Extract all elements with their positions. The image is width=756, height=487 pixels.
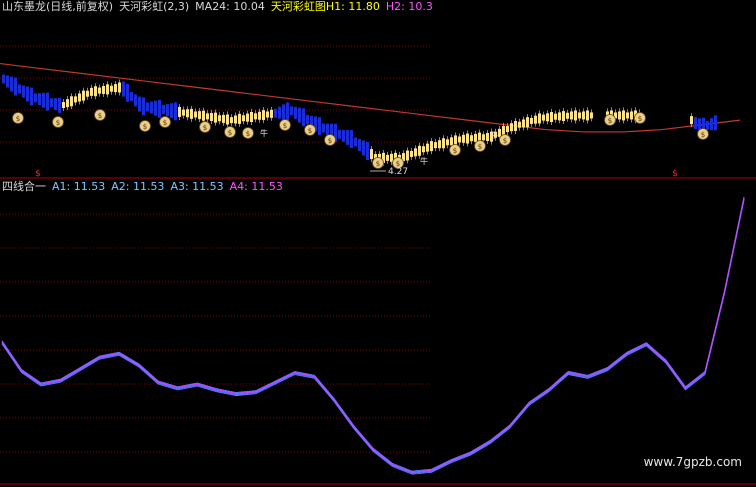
money-bag-glyph-18: $ bbox=[701, 131, 705, 139]
candle-87 bbox=[350, 130, 353, 148]
candle-79 bbox=[318, 117, 321, 136]
candle-176 bbox=[706, 120, 709, 130]
a1-line bbox=[1, 199, 745, 475]
candle-2 bbox=[10, 76, 13, 92]
candle-31 bbox=[126, 83, 129, 102]
money-bag-glyph-5: $ bbox=[203, 124, 207, 132]
candle-84 bbox=[338, 129, 341, 139]
candle-9 bbox=[38, 93, 41, 106]
candle-86 bbox=[346, 129, 349, 145]
money-bag-glyph-9: $ bbox=[308, 127, 312, 135]
candle-178 bbox=[714, 115, 717, 131]
money-bag-glyph-7: $ bbox=[246, 130, 250, 138]
candle-13 bbox=[54, 98, 57, 111]
signal-dollar-1: $ bbox=[672, 169, 678, 179]
money-bag-glyph-8: $ bbox=[283, 122, 287, 130]
money-bag-glyph-1: $ bbox=[56, 119, 60, 127]
candle-72 bbox=[290, 106, 293, 116]
candle-5 bbox=[22, 85, 25, 98]
chart-canvas: $ $$$ $$$ $$$$$ $$ $$$ $$牛牛牛4.27$ $ bbox=[0, 45, 756, 485]
candle-6 bbox=[26, 86, 29, 102]
signal-dollar-0: $ bbox=[35, 169, 41, 179]
candle-75 bbox=[302, 108, 305, 127]
candle-89 bbox=[358, 139, 361, 152]
a2-line bbox=[1, 198, 745, 474]
candle-173 bbox=[694, 116, 697, 129]
candle-73 bbox=[294, 106, 297, 119]
bull-label-1: 牛 bbox=[420, 156, 428, 166]
candle-177 bbox=[710, 118, 713, 131]
money-bag-glyph-10: $ bbox=[328, 137, 332, 145]
candle-90 bbox=[362, 140, 365, 156]
candle-3 bbox=[14, 77, 17, 96]
candle-69 bbox=[278, 106, 281, 119]
candle-8 bbox=[34, 93, 37, 103]
candle-30 bbox=[122, 81, 125, 97]
a4-line bbox=[1, 197, 745, 473]
candle-12 bbox=[50, 98, 53, 108]
candle-0 bbox=[2, 74, 5, 84]
money-bag-glyph-0: $ bbox=[16, 115, 20, 123]
money-bag-glyph-2: $ bbox=[98, 112, 102, 120]
candle-70 bbox=[282, 104, 285, 120]
money-bag-glyph-14: $ bbox=[478, 143, 482, 151]
candle-42 bbox=[170, 103, 173, 119]
candle-33 bbox=[134, 94, 137, 107]
candle-1 bbox=[6, 75, 9, 88]
candle-41 bbox=[166, 104, 169, 117]
a3-line bbox=[1, 196, 745, 472]
ma24-line bbox=[0, 62, 741, 133]
chart-root: 山东墨龙(日线,前复权) 天河彩虹(2,3) MA24: 10.04 天河彩虹图H1:… bbox=[0, 0, 756, 487]
watermark: www.7gpzb.com bbox=[643, 455, 742, 469]
candle-71 bbox=[286, 102, 289, 121]
candle-36 bbox=[146, 102, 149, 112]
candle-40 bbox=[162, 104, 165, 114]
money-bag-glyph-11: $ bbox=[376, 160, 380, 168]
money-bag-glyph-15: $ bbox=[503, 137, 507, 145]
candle-11 bbox=[46, 92, 49, 111]
candle-91 bbox=[366, 142, 369, 161]
candle-39 bbox=[158, 99, 161, 118]
low-price-label: 4.27 bbox=[388, 167, 408, 177]
money-bag-glyph-13: $ bbox=[453, 147, 457, 155]
candle-81 bbox=[326, 123, 329, 136]
candle-10 bbox=[42, 92, 45, 108]
money-bag-glyph-4: $ bbox=[163, 119, 167, 127]
candle-35 bbox=[142, 97, 145, 116]
money-bag-glyph-17: $ bbox=[638, 115, 642, 123]
candle-4 bbox=[18, 84, 21, 94]
candle-68 bbox=[274, 108, 277, 118]
money-bag-glyph-16: $ bbox=[608, 117, 612, 125]
candle-88 bbox=[354, 137, 357, 147]
money-bag-glyph-3: $ bbox=[143, 123, 147, 131]
money-bag-glyph-6: $ bbox=[228, 129, 232, 137]
candle-80 bbox=[322, 123, 325, 133]
candle-38 bbox=[154, 100, 157, 116]
candle-34 bbox=[138, 96, 141, 112]
bull-label-0: 牛 bbox=[260, 128, 268, 138]
candle-32 bbox=[130, 92, 133, 102]
candle-14 bbox=[58, 97, 61, 113]
candle-43 bbox=[174, 102, 177, 121]
candle-7 bbox=[30, 87, 33, 106]
candle-74 bbox=[298, 107, 301, 123]
candle-85 bbox=[342, 129, 345, 142]
candle-37 bbox=[150, 101, 153, 114]
candle-76 bbox=[306, 115, 309, 125]
bull-label-2: 牛 bbox=[490, 130, 498, 140]
